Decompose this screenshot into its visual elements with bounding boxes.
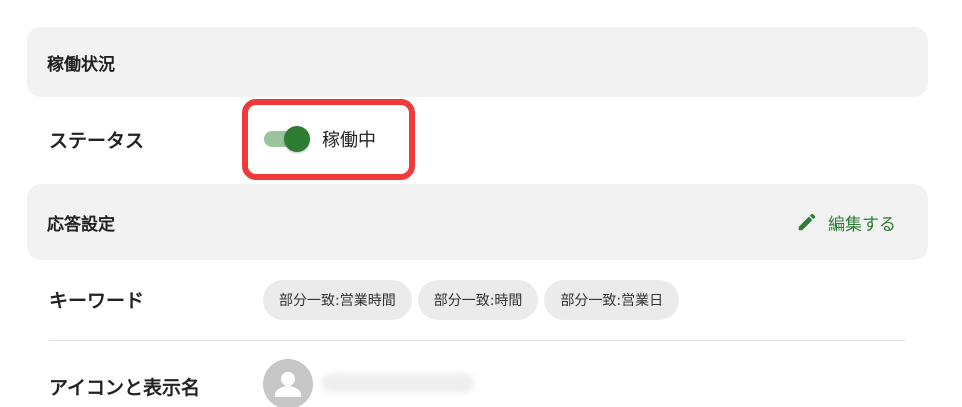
response-section-header: 応答設定 編集する bbox=[27, 184, 928, 260]
keyword-chip: 部分一致:営業日 bbox=[544, 280, 680, 320]
keyword-chip: 部分一致:営業時間 bbox=[263, 280, 412, 320]
status-value: 稼働中 bbox=[322, 130, 376, 151]
edit-button[interactable]: 編集する bbox=[796, 210, 896, 235]
display-name-redacted bbox=[322, 373, 474, 393]
status-section-title: 稼働状況 bbox=[47, 54, 115, 75]
icon-and-name-label: アイコンと表示名 bbox=[49, 377, 201, 399]
divider bbox=[49, 340, 905, 341]
edit-button-label: 編集する bbox=[828, 214, 896, 235]
status-toggle-control[interactable]: 稼働中 bbox=[264, 124, 376, 154]
keyword-chips: 部分一致:営業時間 部分一致:時間 部分一致:営業日 bbox=[263, 280, 680, 320]
settings-page: 稼働状況 ステータス 稼働中 応答設定 編集する キーワード 部分一致:営業時間… bbox=[0, 0, 962, 407]
status-toggle[interactable] bbox=[264, 124, 310, 154]
toggle-thumb[interactable] bbox=[284, 126, 310, 152]
keyword-chip: 部分一致:時間 bbox=[417, 280, 539, 320]
avatar bbox=[263, 359, 313, 407]
person-icon bbox=[275, 372, 301, 397]
pencil-icon bbox=[796, 211, 818, 233]
keyword-label: キーワード bbox=[49, 290, 145, 312]
status-section-header: 稼働状況 bbox=[27, 27, 928, 97]
response-section-title: 応答設定 bbox=[47, 214, 115, 235]
status-label: ステータス bbox=[49, 130, 145, 152]
